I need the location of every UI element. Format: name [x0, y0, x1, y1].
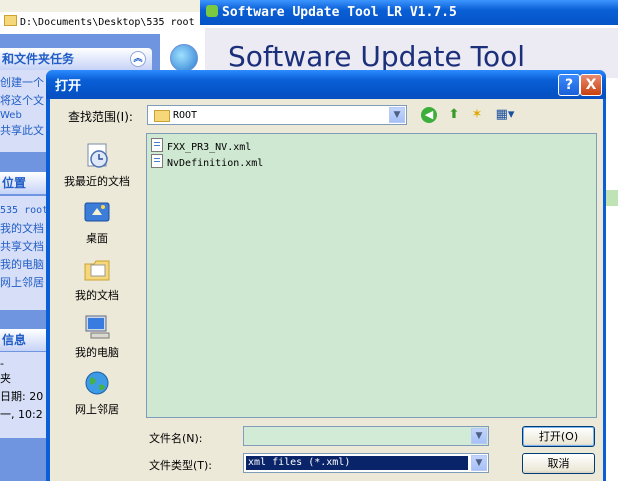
filetype-label: 文件类型(T):	[149, 459, 213, 472]
place-my-documents[interactable]: 我的文档	[55, 256, 139, 303]
collapse-chevron-icon[interactable]: ︽	[130, 51, 146, 67]
place-label: 网上邻居	[75, 403, 119, 416]
help-button[interactable]: ?	[558, 74, 580, 96]
my-computer-icon	[85, 315, 110, 339]
tasks-panel-title: 和文件夹任务	[2, 52, 75, 66]
chevron-down-icon[interactable]: ▼	[389, 107, 405, 123]
look-in-value: ROOT	[173, 110, 198, 121]
app-icon	[206, 5, 218, 17]
dialog-title: 打开	[55, 79, 82, 94]
xml-file-icon	[151, 138, 163, 152]
place-my-computer[interactable]: 我的电脑	[55, 313, 139, 360]
views-menu-icon[interactable]: ▦▾	[493, 106, 517, 124]
look-in-label: 查找范围(I):	[68, 110, 133, 124]
place-label: 我的文档	[75, 289, 119, 302]
xml-file-icon	[151, 154, 163, 168]
explorer-toolbar	[0, 0, 205, 12]
cancel-button[interactable]: 取消	[522, 453, 595, 474]
back-arrow-icon[interactable]: ◀	[421, 107, 437, 123]
place-label: 我的电脑	[75, 346, 119, 359]
chevron-down-icon[interactable]: ▼	[471, 455, 487, 471]
filetype-dropdown[interactable]: xml files (*.xml) ▼	[243, 453, 489, 473]
update-tool-titlebar[interactable]: Software Update Tool LR V1.7.5	[200, 0, 618, 25]
close-button[interactable]: X	[580, 74, 602, 96]
place-label: 桌面	[86, 232, 108, 245]
file-name: FXX_PR3_NV.xml	[167, 142, 252, 153]
explorer-address-bar[interactable]: D:\Documents\Desktop\535 root	[0, 12, 205, 35]
recent-documents-icon	[87, 143, 108, 168]
details-panel-title: 信息	[2, 333, 27, 347]
place-network-places[interactable]: 网上邻居	[55, 370, 139, 417]
dialog-titlebar[interactable]	[46, 70, 606, 99]
chevron-down-icon[interactable]: ▼	[471, 428, 487, 444]
look-in-dropdown[interactable]: ROOT ▼	[147, 105, 407, 125]
file-name: NvDefinition.xml	[167, 158, 264, 169]
new-folder-icon[interactable]: ✶	[468, 106, 486, 124]
file-item[interactable]: FXX_PR3_NV.xml	[151, 138, 251, 155]
open-button[interactable]: 打开(O)	[522, 426, 595, 447]
filename-input[interactable]: ▼	[243, 426, 489, 446]
network-places-icon	[85, 371, 109, 395]
place-label: 我最近的文档	[64, 175, 130, 188]
file-item[interactable]: NvDefinition.xml	[151, 154, 263, 171]
filename-label: 文件名(N):	[149, 432, 203, 445]
filetype-value: xml files (*.xml)	[246, 456, 468, 470]
file-list-view[interactable]	[146, 133, 597, 418]
address-text: D:\Documents\Desktop\535 root	[20, 17, 195, 28]
folder-icon	[4, 15, 17, 26]
folder-icon	[154, 110, 170, 122]
update-tool-heading: Software Update Tool	[228, 40, 526, 73]
my-documents-folder-icon	[84, 260, 110, 281]
places-panel-title: 位置	[2, 176, 27, 190]
desktop-icon	[84, 202, 110, 222]
update-tool-title: Software Update Tool LR V1.7.5	[222, 5, 457, 20]
globe-icon	[170, 44, 198, 72]
tasks-panel-header[interactable]: 和文件夹任务 ︽	[0, 48, 152, 70]
up-folder-icon[interactable]: ⬆	[445, 106, 463, 124]
place-desktop[interactable]: 桌面	[55, 199, 139, 246]
place-recent-documents[interactable]: 我最近的文档	[55, 142, 139, 189]
